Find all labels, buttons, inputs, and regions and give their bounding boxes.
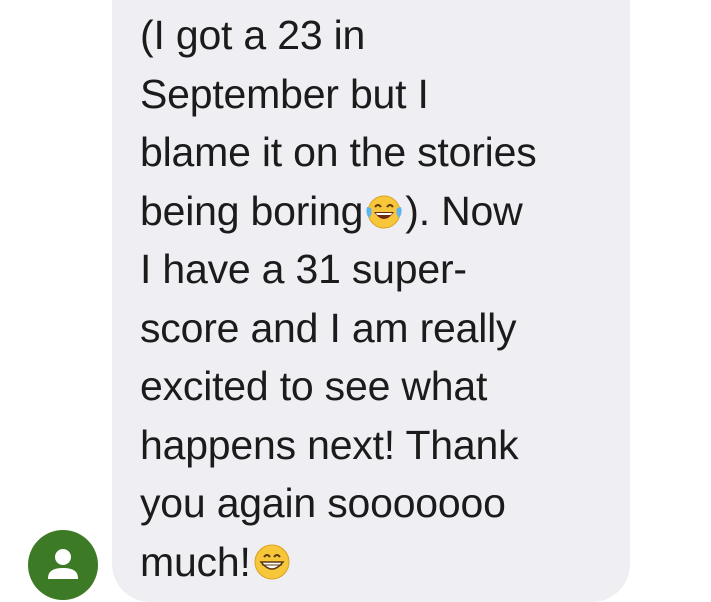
message-line: September but I [140, 70, 429, 117]
tears-of-joy-emoji-icon [364, 188, 404, 228]
message-line: I have a 31 super- [140, 246, 467, 292]
grinning-face-emoji-icon [252, 539, 292, 579]
message-line: excited to see what [140, 363, 488, 409]
message-line-segment: much! [140, 538, 251, 585]
message-line: much! [140, 533, 610, 592]
avatar[interactable] [28, 530, 98, 600]
message-line: being boring ). Now [140, 182, 610, 241]
message-line: blame it on the stories [140, 129, 537, 175]
message-text: (I got a 23 in September but I blame it … [140, 6, 610, 591]
message-line: happens next! Thank [140, 421, 519, 468]
message-line-segment: ). Now [405, 187, 523, 234]
message-line-segment: being boring [140, 187, 364, 234]
message-line: you again sooooooo [140, 480, 506, 526]
message-line: score and I am really [140, 304, 517, 351]
message-line: (I got a 23 in [140, 12, 366, 58]
person-icon [48, 549, 78, 579]
